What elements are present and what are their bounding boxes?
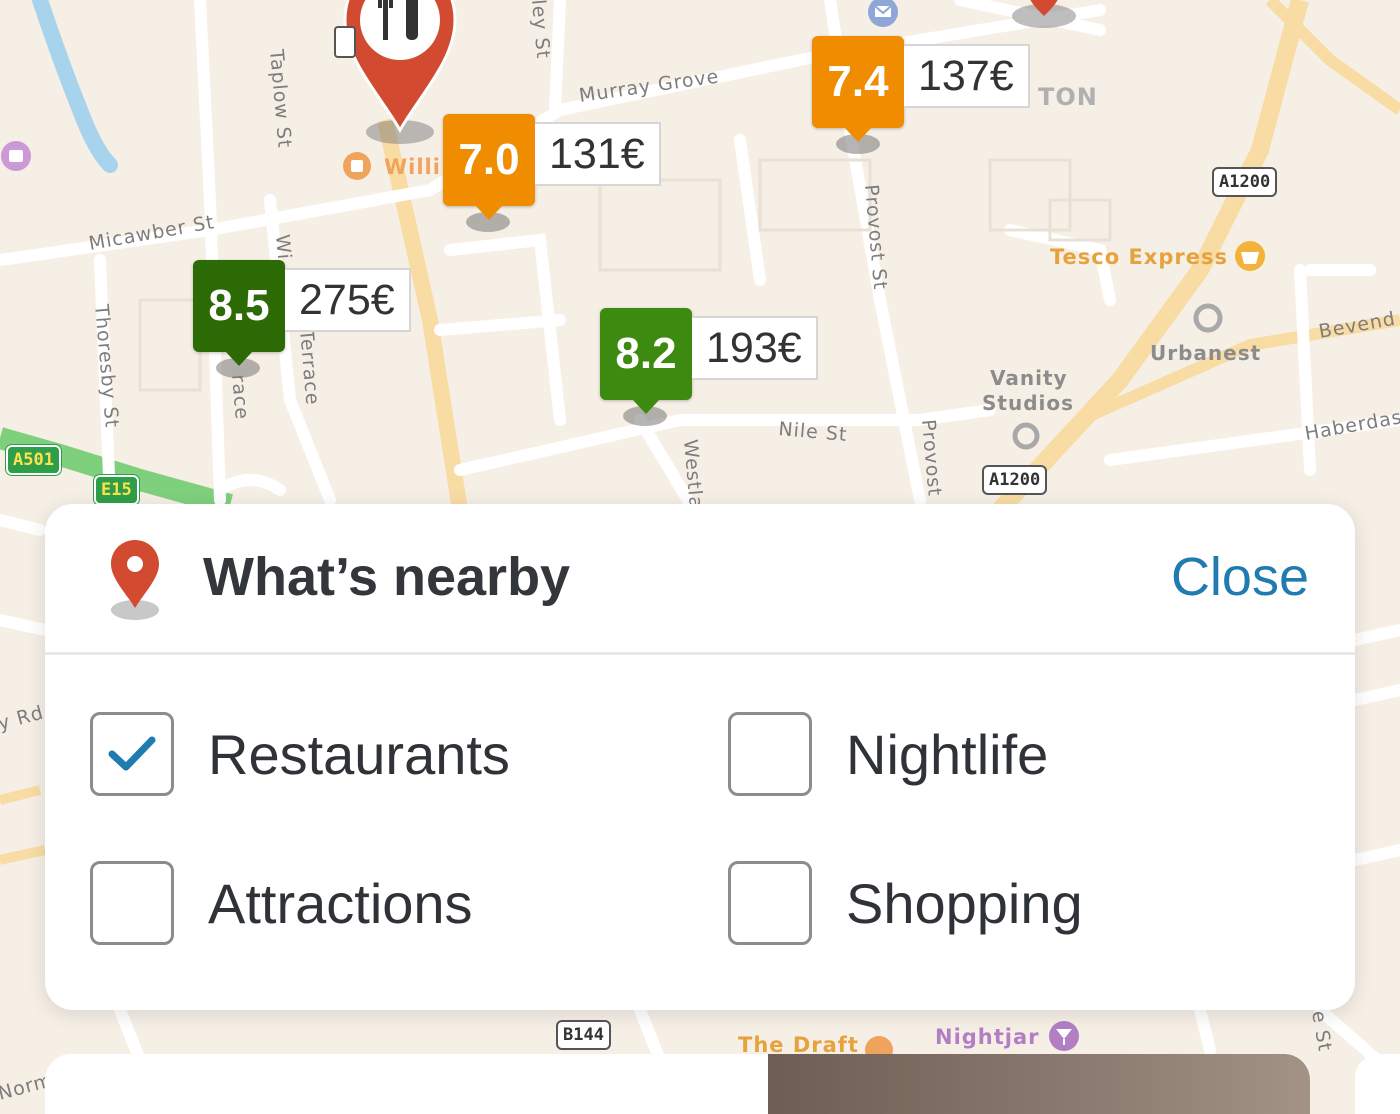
poi-vanity-label: Vanity (990, 366, 1068, 390)
poi-studios-label: Studios (982, 391, 1074, 415)
street-label: Wi (271, 234, 295, 261)
location-pin-icon (111, 540, 159, 620)
poi-urbanest-label: Urbanest (1150, 341, 1261, 365)
bar-icon (1049, 1021, 1079, 1051)
option-restaurants[interactable]: Restaurants (90, 712, 510, 796)
option-label: Restaurants (208, 722, 510, 786)
road-shield-a501: A501 (6, 445, 61, 475)
panel-header: What’s nearby Close (45, 504, 1355, 655)
cafe-icon (343, 152, 371, 180)
poi-purple-icon (1, 141, 31, 171)
option-label: Nightlife (846, 722, 1049, 786)
hotel-score: 7.4 (812, 36, 904, 128)
property-card-photo (768, 1054, 1310, 1114)
hotel-price: 275€ (285, 268, 411, 332)
option-attractions[interactable]: Attractions (90, 861, 473, 945)
road-shield-a1200: A1200 (1212, 167, 1278, 197)
poi-nightjar-label: Nightjar (935, 1025, 1040, 1049)
option-label: Shopping (846, 871, 1083, 935)
property-card-next[interactable] (1355, 1054, 1400, 1114)
road-shield-a1200: A1200 (982, 465, 1048, 495)
poi-ton-label: TON (1038, 83, 1098, 111)
road-shield-b144: B144 (556, 1020, 611, 1050)
option-nightlife[interactable]: Nightlife (728, 712, 1048, 796)
checkbox-nightlife[interactable] (728, 712, 812, 796)
option-label: Attractions (208, 871, 473, 935)
checkbox-shopping[interactable] (728, 861, 812, 945)
street-label: race (227, 374, 253, 421)
hotel-price: 137€ (904, 44, 1030, 108)
basket-icon (1235, 241, 1265, 271)
hotel-price: 193€ (692, 316, 818, 380)
close-button[interactable]: Close (1171, 546, 1309, 608)
checkmark-icon (108, 736, 156, 771)
hotel-price: 131€ (535, 122, 661, 186)
hotel-score: 8.5 (193, 260, 285, 352)
checkbox-attractions[interactable] (90, 861, 174, 945)
hotel-score: 8.2 (600, 308, 692, 400)
panel-title: What’s nearby (203, 547, 571, 607)
poi-willi-label: Willi (384, 155, 441, 179)
option-shopping[interactable]: Shopping (728, 861, 1083, 945)
hotel-score: 7.0 (443, 114, 535, 206)
whats-nearby-panel: What’s nearby Close Restaurants Nightlif… (45, 504, 1355, 1010)
checkbox-restaurants[interactable] (90, 712, 174, 796)
road-shield-e15: E15 (94, 475, 139, 505)
poi-tesco-label: Tesco Express (1050, 245, 1228, 269)
